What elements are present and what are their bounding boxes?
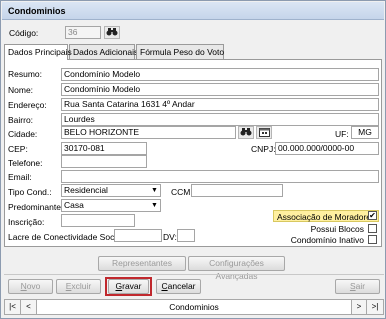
possui-blocos-option[interactable]: Possui Blocos [273, 223, 379, 234]
condominios-window: Condominios Código: 36 Dados Principais … [0, 0, 386, 319]
gravar-button[interactable]: Gravar [108, 279, 149, 294]
configuracoes-avancadas-button[interactable]: Configurações Avançadas [188, 256, 285, 281]
dados-principais-panel: Resumo: Condomínio Modelo Nome: Condomín… [4, 59, 382, 247]
condominio-inativo-label: Condomínio Inativo [290, 235, 364, 245]
chevron-down-icon: ▼ [151, 187, 158, 194]
cnpj-label: CNPJ: [251, 144, 276, 154]
associacao-moradores-label: Associação de Moradores [277, 212, 376, 222]
cnpj-field[interactable]: 00.000.000/0000-00 [275, 142, 379, 155]
last-record-button[interactable]: >| [367, 300, 383, 314]
endereco-field[interactable]: Rua Santa Catarina 1631 4º Andar [61, 98, 379, 111]
condominio-inativo-option[interactable]: Condomínio Inativo [273, 234, 379, 245]
next-record-button[interactable]: > [351, 300, 367, 314]
ccm-field[interactable] [191, 184, 283, 197]
cidade-label: Cidade: [8, 129, 38, 139]
associacao-moradores-checkbox[interactable]: ✔ [368, 211, 377, 220]
cancelar-button[interactable]: Cancelar [156, 279, 201, 294]
cidade-field[interactable]: BELO HORIZONTE [61, 126, 236, 139]
dv-field[interactable] [177, 229, 195, 242]
novo-button[interactable]: Novo [8, 279, 53, 294]
possui-blocos-checkbox[interactable] [368, 224, 377, 233]
window-title: Condominios [2, 2, 384, 20]
tipo-cond-label: Tipo Cond.: [8, 187, 52, 197]
prev-record-button[interactable]: < [21, 300, 37, 314]
cidade-calendar-button[interactable] [256, 126, 272, 139]
cep-label: CEP: [8, 144, 28, 154]
ccm-label: CCM: [171, 187, 193, 197]
cep-field[interactable]: 30170-081 [61, 142, 147, 155]
dv-label: DV: [163, 232, 177, 242]
tipo-cond-value: Residencial [64, 185, 108, 195]
checkmark-icon: ✔ [369, 211, 376, 220]
binoculars-icon [106, 28, 118, 38]
lacre-label: Lacre de Conectividade Social: [8, 232, 126, 242]
search-cidade-button[interactable] [238, 126, 254, 139]
bairro-field[interactable]: Lourdes [61, 113, 379, 126]
predominante-label: Predominante: [8, 202, 64, 212]
first-record-button[interactable]: |< [5, 300, 21, 314]
record-navigator: |< < Condominios > >| [4, 299, 384, 315]
chevron-down-icon: ▼ [151, 202, 158, 209]
associacao-moradores-option[interactable]: Associação de Moradores ✔ [273, 210, 379, 222]
resumo-field[interactable]: Condomínio Modelo [61, 68, 379, 81]
search-codigo-button[interactable] [104, 26, 120, 39]
bairro-label: Bairro: [8, 115, 34, 125]
representantes-button[interactable]: Representantes [98, 256, 186, 271]
codigo-field[interactable]: 36 [65, 26, 101, 39]
tab-dados-principais[interactable]: Dados Principais [4, 44, 72, 60]
lacre-field[interactable] [114, 229, 162, 242]
predominante-value: Casa [64, 200, 84, 210]
inscricao-label: Inscrição: [8, 217, 45, 227]
excluir-button[interactable]: Excluir [56, 279, 101, 294]
binoculars-icon [240, 128, 252, 138]
codigo-label: Código: [9, 28, 39, 38]
uf-label: UF: [335, 129, 349, 139]
inscricao-field[interactable] [61, 214, 135, 227]
uf-field[interactable]: MG [351, 126, 379, 139]
email-field[interactable] [61, 170, 379, 183]
nome-label: Nome: [8, 85, 34, 95]
condominio-inativo-checkbox[interactable] [368, 235, 377, 244]
endereco-label: Endereço: [8, 100, 47, 110]
tab-dados-adicionais[interactable]: Dados Adicionais [69, 44, 138, 59]
nome-field[interactable]: Condomínio Modelo [61, 83, 379, 96]
calendar-icon [258, 128, 270, 139]
resumo-label: Resumo: [8, 69, 43, 79]
predominante-select[interactable]: Casa ▼ [61, 199, 161, 212]
tab-formula-peso-voto[interactable]: Fórmula Peso do Voto [136, 44, 224, 59]
toolbar-divider [4, 274, 384, 275]
telefone-field[interactable] [61, 155, 147, 168]
sair-button[interactable]: Sair [335, 279, 380, 294]
email-label: Email: [8, 172, 32, 182]
tipo-cond-select[interactable]: Residencial ▼ [61, 184, 161, 197]
telefone-label: Telefone: [8, 158, 43, 168]
navigator-label: Condominios [169, 302, 219, 312]
